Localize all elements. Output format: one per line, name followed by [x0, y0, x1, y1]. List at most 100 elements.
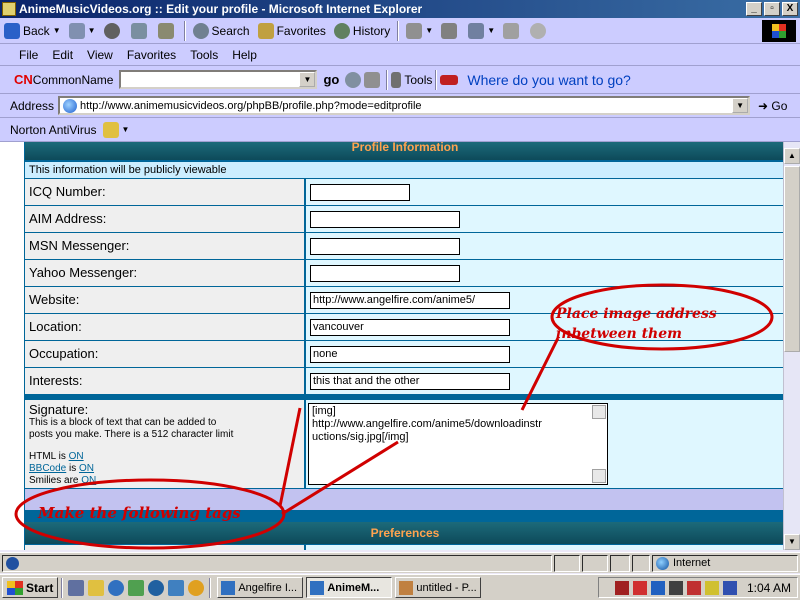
zone-label: Internet — [673, 557, 711, 569]
menu-tools[interactable]: Tools — [183, 48, 225, 62]
yahoo-input[interactable] — [310, 265, 460, 282]
standard-toolbar: Back ▼ ▼ Search Favorites History ▼ ▼ — [0, 18, 800, 44]
back-label: Back — [23, 23, 50, 38]
qk-icon[interactable] — [632, 580, 647, 595]
smilies-on-link[interactable]: ON — [81, 475, 96, 486]
tray-app-icon[interactable] — [686, 580, 701, 595]
minimize-button[interactable]: _ — [746, 2, 762, 16]
search-button[interactable]: Search — [189, 20, 254, 42]
location-input[interactable]: vancouver — [310, 319, 510, 336]
tray-app-icon[interactable] — [704, 580, 719, 595]
history-button[interactable]: History — [330, 20, 394, 42]
icq-input[interactable] — [310, 184, 410, 201]
occupation-input[interactable]: none — [310, 346, 510, 363]
textarea-scroll-up[interactable] — [592, 405, 606, 419]
app-quicklaunch-icon[interactable] — [128, 579, 145, 596]
scroll-thumb[interactable] — [784, 166, 800, 352]
task-animemusicvideos[interactable]: AnimeM... — [306, 577, 393, 598]
profile-form: Profile Information This information wil… — [24, 142, 786, 550]
chevron-down-icon[interactable]: ▼ — [299, 72, 316, 87]
bbcode-on-link[interactable]: ON — [79, 463, 94, 474]
back-dropdown-icon[interactable]: ▼ — [53, 26, 61, 35]
realplayer-quicklaunch-icon[interactable] — [188, 579, 205, 596]
signature-label-cell: Signature: This is a block of text that … — [25, 400, 304, 488]
cn-search-combo[interactable]: ▼ — [119, 70, 318, 89]
discuss-button[interactable] — [499, 20, 526, 42]
forward-dropdown-icon[interactable]: ▼ — [88, 26, 96, 35]
paint-task-icon — [399, 580, 414, 595]
signature-textarea[interactable]: [img] http://www.angelfire.com/anime5/do… — [308, 403, 608, 485]
website-input[interactable]: http://www.angelfire.com/anime5/ — [310, 292, 510, 309]
bbcode-link[interactable]: BBCode — [29, 463, 66, 474]
task-label: AnimeM... — [327, 581, 380, 594]
volume-icon[interactable] — [614, 580, 629, 595]
ie-app-icon — [2, 2, 16, 16]
media-quicklaunch-icon[interactable] — [148, 579, 165, 596]
show-desktop-icon[interactable] — [68, 579, 85, 596]
windows-logo-icon — [762, 20, 796, 42]
maximize-button[interactable]: ▫ — [764, 2, 780, 16]
taskbar: Start Angelfire I... AnimeM... untitled … — [0, 574, 800, 600]
menu-file[interactable]: File — [12, 48, 45, 62]
page-scrollbar[interactable]: ▲ ▼ — [783, 142, 800, 550]
clock[interactable]: 1:04 AM — [747, 581, 791, 595]
where-prompt[interactable]: Where do you want to go? — [467, 72, 630, 88]
stop-icon — [103, 22, 120, 39]
task-angelfire[interactable]: Angelfire I... — [217, 577, 304, 598]
annotation-note-top-line2: inbetween them — [556, 326, 682, 342]
network-icon[interactable] — [722, 580, 737, 595]
player-quicklaunch-icon[interactable] — [168, 579, 185, 596]
messenger-button[interactable] — [526, 20, 553, 42]
html-on-link[interactable]: ON — [69, 451, 84, 462]
annotation-note-bottom: Make the following tags — [38, 504, 241, 522]
menu-favorites[interactable]: Favorites — [120, 48, 183, 62]
textarea-scroll-down[interactable] — [592, 469, 606, 483]
start-button[interactable]: Start — [2, 577, 59, 598]
cn-search-icon[interactable] — [345, 71, 362, 88]
aim-input[interactable] — [310, 211, 460, 228]
back-button[interactable]: Back ▼ — [0, 20, 65, 42]
address-input[interactable]: http://www.animemusicvideos.org/phpBB/pr… — [58, 96, 751, 115]
scroll-down-icon[interactable]: ▼ — [784, 534, 800, 550]
print-button[interactable] — [437, 20, 464, 42]
chevron-down-icon[interactable]: ▼ — [732, 98, 749, 113]
home-button[interactable] — [154, 20, 181, 42]
tray-app-icon[interactable] — [650, 580, 665, 595]
cn-separator — [435, 69, 438, 90]
task-paint[interactable]: untitled - P... — [395, 577, 482, 598]
scroll-up-icon[interactable]: ▲ — [784, 148, 800, 164]
ie-page-icon — [63, 98, 78, 113]
favorites-button[interactable]: Favorites — [254, 20, 330, 42]
mail-button[interactable]: ▼ — [402, 20, 437, 42]
favorites-icon — [257, 22, 274, 39]
cn-tools-button[interactable]: Tools — [404, 73, 432, 87]
menu-view[interactable]: View — [80, 48, 120, 62]
refresh-button[interactable] — [127, 20, 154, 42]
stop-button[interactable] — [100, 20, 127, 42]
close-button[interactable]: X — [782, 2, 798, 16]
cn-name-label: CommonName — [32, 72, 114, 87]
forward-button[interactable]: ▼ — [65, 20, 100, 42]
interests-input[interactable]: this that and the other — [310, 373, 510, 390]
edit-button[interactable]: ▼ — [464, 20, 499, 42]
menu-edit[interactable]: Edit — [45, 48, 80, 62]
tray-app-icon[interactable] — [668, 580, 683, 595]
yahoo-row: Yahoo Messenger: — [25, 260, 785, 286]
occupation-row: Occupation: none — [25, 341, 785, 367]
outlook-icon[interactable] — [88, 579, 105, 596]
address-bar: Address http://www.animemusicvideos.org/… — [0, 94, 800, 118]
yahoo-label: Yahoo Messenger: — [25, 260, 304, 286]
cn-zoom-icon[interactable] — [364, 71, 381, 88]
norton-dropdown-icon[interactable]: ▼ — [122, 125, 130, 134]
ie-quicklaunch-icon[interactable] — [108, 579, 125, 596]
status-bar: Internet — [0, 552, 800, 573]
address-url[interactable]: http://www.animemusicvideos.org/phpBB/pr… — [80, 100, 422, 112]
go-button[interactable]: ➜ Go — [758, 99, 787, 113]
norton-icon[interactable] — [102, 121, 119, 138]
system-tray: 1:04 AM — [598, 577, 798, 598]
smilies-flag-text: Smilies are — [29, 475, 82, 486]
menu-help[interactable]: Help — [225, 48, 264, 62]
status-message — [2, 555, 552, 572]
cn-go-button[interactable]: go — [323, 72, 339, 87]
msn-input[interactable] — [310, 238, 460, 255]
